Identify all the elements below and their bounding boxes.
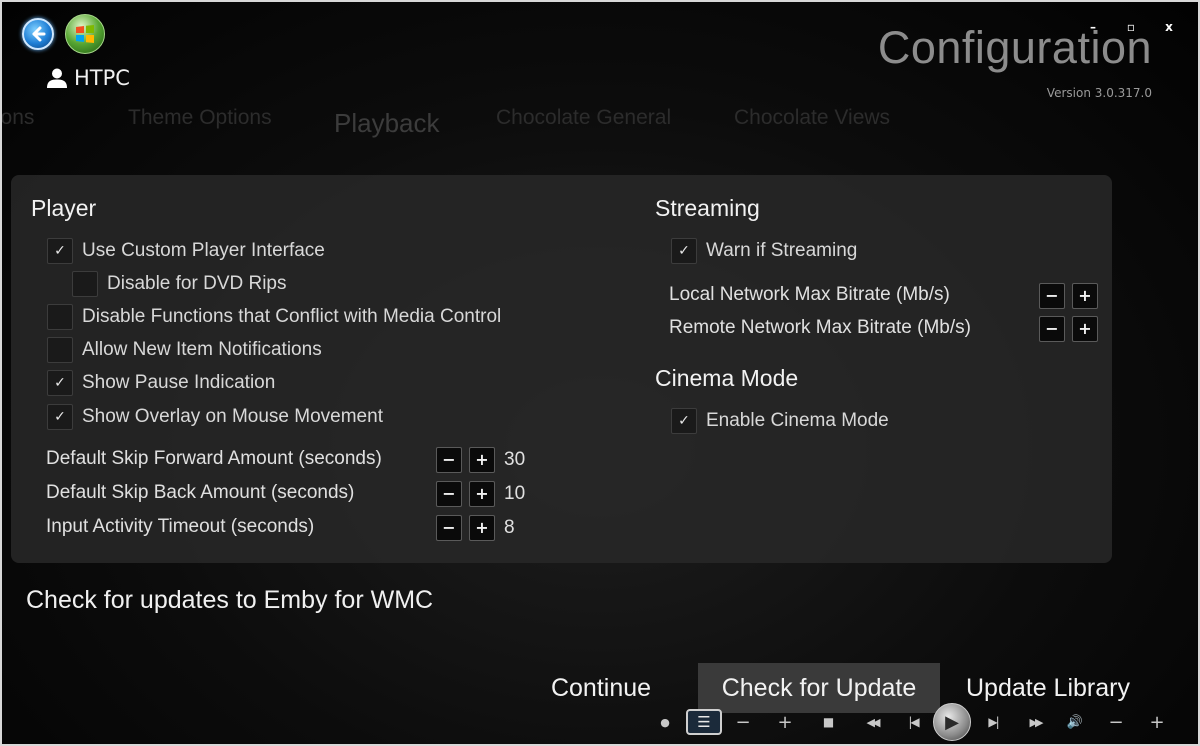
option-label: Show Pause Indication [82, 372, 276, 393]
decrement-button[interactable]: − [436, 515, 462, 541]
decrement-button[interactable]: − [436, 447, 462, 473]
update-description: Check for updates to Emby for WMC [26, 586, 434, 614]
close-button[interactable]: x [1162, 20, 1176, 34]
option-use-custom-player[interactable]: ✓ Use Custom Player Interface [47, 238, 325, 264]
volume-down-icon[interactable]: − [1095, 712, 1137, 733]
checkbox[interactable]: ✓ [671, 408, 697, 434]
local-bitrate-stepper: − + [1039, 283, 1105, 309]
streaming-section-title: Streaming [655, 195, 760, 221]
checkbox[interactable]: ✓ [47, 238, 73, 264]
option-disable-conflict-functions[interactable]: Disable Functions that Conflict with Med… [47, 304, 501, 330]
check-icon: ✓ [678, 243, 690, 259]
tab-playback[interactable]: Playback [334, 108, 440, 139]
option-label: Allow New Item Notifications [82, 339, 322, 360]
skip-forward-label: Default Skip Forward Amount (seconds) [46, 448, 382, 469]
remote-bitrate-stepper: − + [1039, 316, 1105, 342]
start-button[interactable] [65, 14, 105, 54]
checkbox[interactable] [72, 271, 98, 297]
volume-icon[interactable]: 🔊 [1055, 715, 1095, 730]
option-label: Use Custom Player Interface [82, 240, 325, 261]
play-icon[interactable]: ▶ [933, 703, 971, 741]
user-name: HTPC [74, 66, 130, 90]
option-allow-new-item-notifications[interactable]: Allow New Item Notifications [47, 337, 322, 363]
option-label: Show Overlay on Mouse Movement [82, 406, 383, 427]
input-timeout-label: Input Activity Timeout (seconds) [46, 516, 315, 537]
input-timeout-stepper: − + 8 [436, 515, 515, 541]
back-arrow-icon [32, 26, 46, 42]
volume-up-icon[interactable]: + [1137, 712, 1177, 733]
tab-chocolate-general[interactable]: Chocolate General [496, 106, 671, 130]
checkbox[interactable] [47, 304, 73, 330]
skip-back-stepper: − + 10 [436, 481, 525, 507]
rewind-icon[interactable]: ◀◀ [851, 716, 893, 729]
checkbox[interactable]: ✓ [47, 404, 73, 430]
skip-back-icon[interactable]: |◀ [893, 715, 933, 729]
page-title: Configuration [877, 22, 1152, 73]
transport-bar: ● ☰ − + ■ ◀◀ |◀ ▶ ▶| ▶▶ 🔊 − + [650, 702, 1190, 742]
skip-forward-icon[interactable]: ▶| [971, 715, 1015, 729]
tab-strip: Options Theme Options Playback Chocolate… [2, 106, 1198, 142]
increment-button[interactable]: + [469, 515, 495, 541]
option-label: Enable Cinema Mode [706, 410, 889, 431]
stepper-value: 30 [504, 449, 526, 470]
guide-list-icon[interactable]: ☰ [686, 709, 722, 735]
check-icon: ✓ [54, 243, 66, 259]
channel-up-icon[interactable]: + [764, 712, 806, 733]
stop-icon[interactable]: ■ [806, 715, 851, 729]
option-label: Disable Functions that Conflict with Med… [82, 306, 502, 327]
increment-button[interactable]: + [469, 447, 495, 473]
local-bitrate-label: Local Network Max Bitrate (Mb/s) [669, 284, 950, 305]
check-icon: ✓ [54, 409, 66, 425]
check-icon: ✓ [678, 413, 690, 429]
settings-panel: Player ✓ Use Custom Player Interface Dis… [11, 175, 1112, 563]
option-disable-dvd-rips[interactable]: Disable for DVD Rips [72, 271, 287, 297]
increment-button[interactable]: + [1072, 316, 1098, 342]
tab-theme-options[interactable]: Theme Options [128, 106, 272, 130]
check-icon: ✓ [54, 375, 66, 391]
skip-forward-stepper: − + 30 [436, 447, 525, 473]
configuration-window: HTPC – ▫ x Configuration Version 3.0.317… [0, 0, 1200, 746]
decrement-button[interactable]: − [1039, 316, 1065, 342]
windows-logo-icon [76, 25, 94, 43]
increment-button[interactable]: + [469, 481, 495, 507]
version-label: Version 3.0.317.0 [1046, 86, 1152, 100]
increment-button[interactable]: + [1072, 283, 1098, 309]
skip-back-label: Default Skip Back Amount (seconds) [46, 482, 355, 503]
remote-bitrate-label: Remote Network Max Bitrate (Mb/s) [669, 317, 971, 338]
fast-forward-icon[interactable]: ▶▶ [1015, 716, 1055, 729]
option-enable-cinema-mode[interactable]: ✓ Enable Cinema Mode [671, 408, 889, 434]
user-icon [47, 68, 67, 88]
stepper-value: 10 [504, 483, 526, 504]
tab-chocolate-views[interactable]: Chocolate Views [734, 106, 890, 130]
decrement-button[interactable]: − [1039, 283, 1065, 309]
option-warn-streaming[interactable]: ✓ Warn if Streaming [671, 238, 857, 264]
option-label: Warn if Streaming [706, 240, 858, 261]
player-section-title: Player [31, 195, 97, 221]
cinema-section-title: Cinema Mode [655, 365, 799, 391]
checkbox[interactable]: ✓ [671, 238, 697, 264]
channel-down-icon[interactable]: − [722, 712, 764, 733]
continue-button[interactable]: Continue [536, 663, 666, 713]
stepper-value: 8 [504, 517, 515, 538]
record-dot-icon[interactable]: ● [650, 716, 680, 729]
option-label: Disable for DVD Rips [107, 273, 287, 294]
tab-options[interactable]: Options [2, 106, 34, 130]
checkbox[interactable]: ✓ [47, 370, 73, 396]
back-button[interactable] [22, 18, 54, 50]
decrement-button[interactable]: − [436, 481, 462, 507]
user-indicator: HTPC [46, 66, 130, 90]
option-show-pause-indication[interactable]: ✓ Show Pause Indication [47, 370, 275, 396]
option-show-overlay-mouse[interactable]: ✓ Show Overlay on Mouse Movement [47, 404, 383, 430]
checkbox[interactable] [47, 337, 73, 363]
